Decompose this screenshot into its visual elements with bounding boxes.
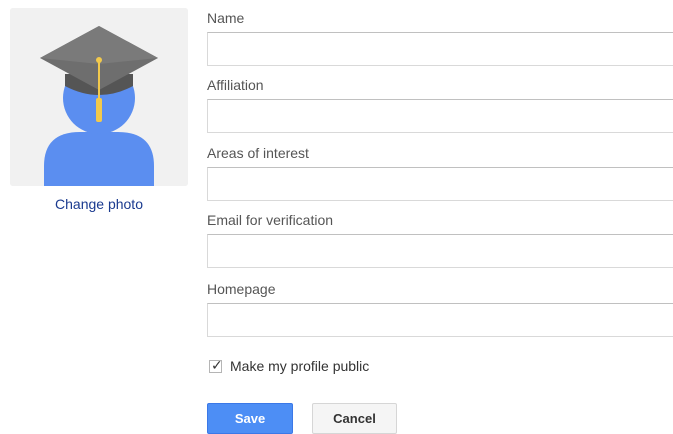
homepage-label: Homepage — [207, 281, 276, 297]
areas-of-interest-input[interactable] — [207, 167, 673, 201]
email-field-group: Email for verification — [207, 212, 673, 268]
name-field-group: Name — [207, 10, 673, 66]
make-profile-public-checkbox[interactable]: ✓ — [209, 356, 223, 373]
cancel-button[interactable]: Cancel — [312, 403, 397, 434]
name-input[interactable] — [207, 32, 673, 66]
graduate-avatar-icon — [10, 8, 188, 186]
affiliation-label: Affiliation — [207, 77, 264, 93]
checkmark-icon: ✓ — [211, 356, 223, 373]
areas-of-interest-field-group: Areas of interest — [207, 145, 673, 201]
email-label: Email for verification — [207, 212, 334, 228]
affiliation-input[interactable] — [207, 99, 673, 133]
email-input[interactable] — [207, 234, 673, 268]
make-profile-public-row[interactable]: ✓ Make my profile public — [209, 357, 369, 375]
affiliation-field-group: Affiliation — [207, 77, 673, 133]
areas-of-interest-label: Areas of interest — [207, 145, 309, 161]
save-button[interactable]: Save — [207, 403, 293, 434]
name-label: Name — [207, 10, 245, 26]
make-profile-public-label: Make my profile public — [230, 358, 370, 374]
profile-edit-page: Change photo Name Affiliation Areas of i… — [0, 0, 673, 434]
homepage-field-group: Homepage — [207, 281, 673, 337]
profile-photo — [10, 8, 188, 186]
change-photo-link[interactable]: Change photo — [10, 196, 188, 212]
homepage-input[interactable] — [207, 303, 673, 337]
